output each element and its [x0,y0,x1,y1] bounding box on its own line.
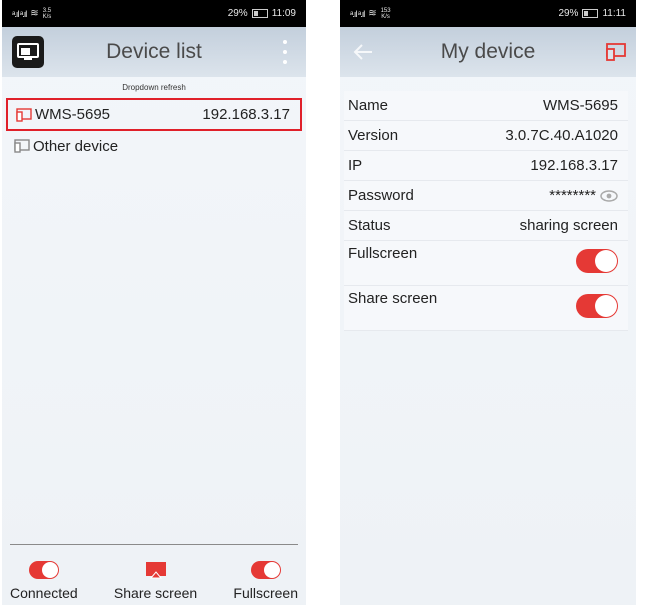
device-row-other[interactable]: Other device [6,131,302,161]
fullscreen-label: Fullscreen [233,585,298,601]
device-icon [16,107,32,122]
name-label: Name [348,97,389,114]
app-bar: My device [340,27,636,77]
network-speed: 153 K/s [380,7,391,20]
password-field[interactable]: ******** [549,187,618,204]
wifi-icon: ≋ [368,8,377,19]
battery-percent: 29% [558,8,579,19]
device-row-wms[interactable]: WMS-5695 192.168.3.17 [6,98,302,131]
fullscreen-label: Fullscreen [348,245,418,262]
signal-icon: ᵃ.ıl ᵃ.ıl [350,8,365,19]
ip-value: 192.168.3.17 [530,157,618,174]
status-value: sharing screen [519,217,618,234]
share-screen-label: Share screen [348,290,438,307]
clock: 11:09 [271,8,296,19]
connected-toggle[interactable] [28,561,59,579]
status-bar: ᵃ.ıl ᵃ.ıl ≋ 153 K/s 29% 11:11 [340,0,636,27]
info-row-version: Version 3.0.7C.40.A1020 [344,121,628,151]
page-title: Device list [106,40,202,63]
my-device-screen: ᵃ.ıl ᵃ.ıl ≋ 153 K/s 29% 11:11 My device N… [340,0,636,605]
fullscreen-control[interactable]: Fullscreen [233,561,298,605]
ip-label: IP [348,157,363,174]
fullscreen-toggle[interactable] [250,561,281,579]
bottom-bar: Connected Share screen Fullscreen [10,544,298,605]
status-bar: ᵃ.ıl ᵃ.ıl ≋ 3.5 K/s 29% 11:09 [2,0,306,27]
password-value: ******** [549,187,596,204]
info-row-ip: IP 192.168.3.17 [344,151,628,181]
network-speed: 3.5 K/s [42,7,52,20]
device-list-screen: ᵃ.ıl ᵃ.ıl ≋ 3.5 K/s 29% 11:09 Device list… [2,0,306,605]
eye-icon[interactable] [600,189,618,202]
clock: 11:11 [602,8,626,19]
device-icon [14,139,30,153]
version-label: Version [348,127,399,144]
info-row-password: Password ******** [344,181,628,211]
wifi-icon: ≋ [30,8,39,19]
info-row-share-screen: Share screen [344,286,628,331]
cast-icon[interactable] [606,43,626,61]
name-value: WMS-5695 [542,97,618,114]
app-icon[interactable] [12,36,44,68]
app-bar: Device list [2,27,306,77]
battery-icon [251,9,268,18]
back-icon[interactable] [352,42,376,62]
status-label: Status [348,217,391,234]
battery-icon [582,9,599,18]
info-row-status: Status sharing screen [344,211,628,241]
battery-percent: 29% [227,8,248,19]
version-value: 3.0.7C.40.A1020 [505,127,618,144]
info-row-name: Name WMS-5695 [344,91,628,121]
password-label: Password [348,187,414,204]
device-info-card: Name WMS-5695 Version 3.0.7C.40.A1020 IP… [344,91,628,331]
info-row-fullscreen: Fullscreen [344,241,628,286]
device-name: WMS-5695 [35,106,111,123]
share-screen-control[interactable]: Share screen [114,561,197,605]
share-screen-icon[interactable] [145,561,167,579]
device-name: Other device [33,137,119,155]
signal-icon: ᵃ.ıl ᵃ.ıl [12,8,27,19]
device-ip: 192.168.3.17 [202,106,290,123]
page-title: My device [440,40,536,63]
connected-control[interactable]: Connected [10,561,78,605]
fullscreen-toggle[interactable] [576,249,618,273]
share-screen-toggle[interactable] [576,294,618,318]
share-screen-label: Share screen [113,585,198,601]
connected-label: Connected [10,585,78,601]
kebab-menu-icon[interactable] [282,40,288,64]
dropdown-refresh-hint: Dropdown refresh [122,83,186,92]
